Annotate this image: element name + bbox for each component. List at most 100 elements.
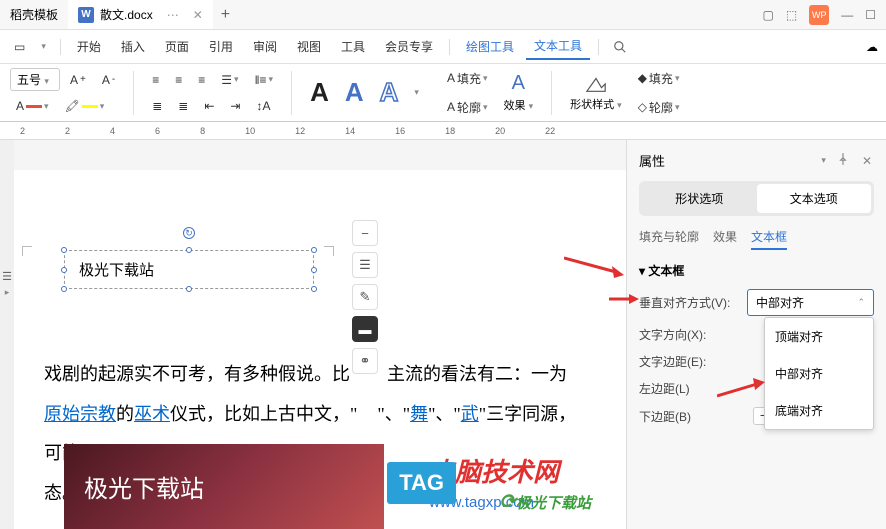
resize-handle[interactable] [61,286,67,292]
decrease-font-icon[interactable]: A- [96,69,121,91]
menu-view[interactable]: 视图 [289,34,329,59]
add-tab-button[interactable]: + [213,6,238,24]
align-center-icon[interactable]: ≡ [169,69,188,91]
field-label: 文字边距(E): [639,353,739,370]
titlebar: 稻壳模板 W 散文.docx ⋯ ✕ + ▢ ⬚ WP — ☐ [0,0,886,30]
app-icon[interactable]: ▢ [763,8,774,22]
line-spacing-icon[interactable]: ‖≡▾ [249,69,280,91]
float-link-icon[interactable]: ⚭ [352,348,378,374]
ruler-mark: 8 [200,126,205,136]
float-layout-icon[interactable]: ☰ [352,252,378,278]
textbox-content[interactable]: 极光下载站 [79,263,154,279]
text-outline-button[interactable]: A 轮廓 ▾ [441,95,494,120]
dropdown-option-middle[interactable]: 中部对齐 [765,355,873,392]
tab-close-icon[interactable]: ✕ [193,8,203,22]
align-right-icon[interactable]: ≡ [192,69,211,91]
window-controls: ▢ ⬚ WP — ☐ [753,5,886,25]
properties-panel: 属性 ▾ ✕ 形状选项 文本选项 填充与轮廓 效果 文本框 ▾ 文本框 垂直对齐… [626,140,886,529]
subtab-fill-outline[interactable]: 填充与轮廓 [639,228,699,250]
hyperlink[interactable]: 舞 [410,404,428,424]
cube-icon[interactable]: ⬚ [786,8,797,22]
menu-page[interactable]: 页面 [157,34,197,59]
panel-header: 属性 ▾ ✕ [639,150,874,171]
float-edit-icon[interactable]: ✎ [352,284,378,310]
wordart-style-1[interactable]: A [304,73,335,112]
indent-inc-icon[interactable]: ⇥ [224,95,246,117]
align-distribute-icon[interactable]: ≣ [172,95,194,117]
menu-start[interactable]: 开始 [69,34,109,59]
menu-vip[interactable]: 会员专享 [377,34,441,59]
wordart-more-icon[interactable]: ▾ [408,83,425,102]
resize-handle[interactable] [61,247,67,253]
resize-handle[interactable] [311,247,317,253]
outline-toggle-icon[interactable]: ☰ [2,270,12,283]
shape-outline-button[interactable]: ◇ 轮廓 ▾ [632,95,686,120]
panel-menu-icon[interactable]: ▾ [821,155,826,166]
subtab-textbox[interactable]: 文本框 [751,228,787,250]
indent-dec-icon[interactable]: ⇤ [198,95,220,117]
dropdown-option-top[interactable]: 顶端对齐 [765,318,873,355]
text-direction-icon[interactable]: ↕A [250,95,276,117]
nav-back-icon[interactable]: ▭ [8,36,31,58]
ruler-mark: 14 [345,126,355,136]
text-fill-button[interactable]: A 填充 ▾ [441,66,494,91]
align-left-icon[interactable]: ≡ [146,69,165,91]
subtab-effect[interactable]: 效果 [713,228,737,250]
ruler-mark: 6 [155,126,160,136]
gutter-caret-icon[interactable]: ▸ [5,287,10,298]
increase-font-icon[interactable]: A+ [64,69,92,91]
hyperlink[interactable]: 原始宗教 [44,404,116,424]
font-size-select[interactable]: 五号 ▾ [10,68,60,91]
search-icon[interactable] [607,36,633,58]
dropdown-option-bottom[interactable]: 底端对齐 [765,392,873,429]
ruler-mark: 12 [295,126,305,136]
wp-badge[interactable]: WP [809,5,829,25]
cloud-icon[interactable]: ☁ [866,40,878,54]
list-bullet-icon[interactable]: ☰▾ [215,69,244,91]
resize-handle[interactable] [61,267,67,273]
resize-handle[interactable] [186,286,192,292]
text-effect-button[interactable]: A 效果 ▾ [498,70,540,115]
tab-label: 散文.docx [100,6,153,23]
text-run: "、" [377,404,410,424]
ruler-mark: 2 [20,126,25,136]
menu-reference[interactable]: 引用 [201,34,241,59]
float-fill-icon[interactable]: ▬ [352,316,378,342]
float-minus-icon[interactable]: − [352,220,378,246]
highlight-button[interactable]: 🖍▾ [59,95,111,117]
shape-fill-button[interactable]: ◆ 填充 ▾ [632,66,686,91]
align-justify-icon[interactable]: ≣ [146,95,168,117]
menu-review[interactable]: 审阅 [245,34,285,59]
menu-tools[interactable]: 工具 [333,34,373,59]
hyperlink[interactable]: 武 [461,404,479,424]
nav-dropdown-icon[interactable]: ▾ [35,37,52,56]
resize-handle[interactable] [186,247,192,253]
document-area[interactable]: ↻ 极光下载站 戏剧的起源实不可考，有多种假说。比 主流的看法有二：一为 原始宗… [14,140,626,529]
menu-text-tools[interactable]: 文本工具 [526,33,590,60]
overlay-tag-badge: TAG [387,462,456,504]
seg-shape-options[interactable]: 形状选项 [642,184,757,213]
tab-menu-icon[interactable]: ⋯ [167,8,179,22]
resize-handle[interactable] [311,286,317,292]
close-icon[interactable]: ✕ [860,152,874,170]
vertical-align-combo[interactable]: 中部对齐 ⌃ [747,289,874,316]
seg-text-options[interactable]: 文本选项 [757,184,872,213]
vertical-align-dropdown: 顶端对齐 中部对齐 底端对齐 [764,317,874,430]
tab-template[interactable]: 稻壳模板 [0,0,68,29]
shape-style-button[interactable]: 形状样式 ▾ [564,72,628,114]
resize-handle[interactable] [311,267,317,273]
rotate-handle-icon[interactable]: ↻ [183,227,195,239]
maximize-button[interactable]: ☐ [865,8,876,22]
menu-insert[interactable]: 插入 [113,34,153,59]
tab-document[interactable]: W 散文.docx ⋯ ✕ [68,0,213,29]
minimize-button[interactable]: — [841,8,853,22]
font-color-button[interactable]: A▾ [10,95,55,117]
selected-textbox[interactable]: ↻ 极光下载站 [64,250,314,289]
pin-icon[interactable] [834,150,852,171]
menu-drawing-tools[interactable]: 绘图工具 [458,34,522,59]
wordart-style-2[interactable]: A [339,73,370,112]
wordart-style-3[interactable]: A [374,73,405,112]
panel-segment: 形状选项 文本选项 [639,181,874,216]
word-doc-icon: W [78,7,94,23]
hyperlink[interactable]: 巫术 [134,404,170,424]
